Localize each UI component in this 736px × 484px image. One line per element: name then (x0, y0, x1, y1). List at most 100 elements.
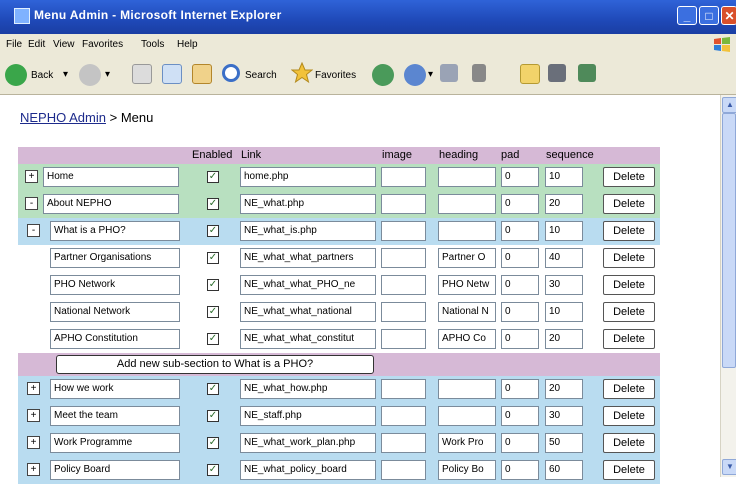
name-field[interactable]: About NEPHO (43, 194, 179, 214)
image-field[interactable] (381, 167, 426, 187)
heading-field[interactable]: PHO Netw (438, 275, 496, 295)
link-field[interactable]: NE_what_how.php (240, 379, 376, 399)
name-field[interactable]: Work Programme (50, 433, 180, 453)
image-field[interactable] (381, 194, 426, 214)
expand-toggle[interactable]: + (25, 170, 38, 183)
delete-button[interactable]: Delete (603, 194, 655, 214)
name-field[interactable]: National Network (50, 302, 180, 322)
heading-field[interactable]: APHO Co (438, 329, 496, 349)
enabled-checkbox[interactable]: ✓ (207, 198, 219, 210)
expand-toggle[interactable]: + (27, 382, 40, 395)
maximize-button[interactable]: □ (699, 6, 719, 25)
sequence-field[interactable]: 10 (545, 221, 583, 241)
image-field[interactable] (381, 329, 426, 349)
name-field[interactable]: How we work (50, 379, 180, 399)
minimize-button[interactable]: _ (677, 6, 697, 25)
sequence-field[interactable]: 20 (545, 379, 583, 399)
collapse-toggle[interactable]: - (27, 224, 40, 237)
back-dropdown-icon[interactable]: ▾ (63, 69, 68, 80)
scroll-down-icon[interactable]: ▼ (722, 459, 736, 475)
back-icon[interactable] (5, 64, 27, 86)
forward-dropdown-icon[interactable]: ▾ (105, 69, 110, 80)
delete-button[interactable]: Delete (603, 275, 655, 295)
image-field[interactable] (381, 433, 426, 453)
link-field[interactable]: home.php (240, 167, 376, 187)
sequence-field[interactable]: 30 (545, 275, 583, 295)
enabled-checkbox[interactable]: ✓ (207, 410, 219, 422)
sequence-field[interactable]: 20 (545, 194, 583, 214)
menu-help[interactable]: Help (177, 39, 198, 50)
name-field[interactable]: Policy Board (50, 460, 180, 480)
link-field[interactable]: NE_what_what_constitut (240, 329, 376, 349)
expand-toggle[interactable]: + (27, 409, 40, 422)
back-label[interactable]: Back (31, 70, 53, 81)
enabled-checkbox[interactable]: ✓ (207, 225, 219, 237)
print-icon[interactable] (440, 64, 458, 82)
menu-edit[interactable]: Edit (28, 39, 45, 50)
scrollbar-thumb[interactable] (722, 113, 736, 368)
enabled-checkbox[interactable]: ✓ (207, 252, 219, 264)
search-label[interactable]: Search (245, 70, 277, 81)
link-field[interactable]: NE_what.php (240, 194, 376, 214)
enabled-checkbox[interactable]: ✓ (207, 279, 219, 291)
stop-icon[interactable] (132, 64, 152, 84)
folder-icon[interactable] (520, 64, 540, 84)
refresh-icon[interactable] (162, 64, 182, 84)
heading-field[interactable]: Partner O (438, 248, 496, 268)
name-field[interactable]: PHO Network (50, 275, 180, 295)
delete-button[interactable]: Delete (603, 460, 655, 480)
pad-field[interactable]: 0 (501, 221, 539, 241)
enabled-checkbox[interactable]: ✓ (207, 383, 219, 395)
delete-button[interactable]: Delete (603, 167, 655, 187)
heading-field[interactable]: National N (438, 302, 496, 322)
sequence-field[interactable]: 10 (545, 302, 583, 322)
delete-button[interactable]: Delete (603, 248, 655, 268)
pad-field[interactable]: 0 (501, 248, 539, 268)
sequence-field[interactable]: 50 (545, 433, 583, 453)
heading-field[interactable]: Policy Bo (438, 460, 496, 480)
heading-field[interactable] (438, 406, 496, 426)
pad-field[interactable]: 0 (501, 302, 539, 322)
heading-field[interactable] (438, 194, 496, 214)
pad-field[interactable]: 0 (501, 406, 539, 426)
heading-field[interactable] (438, 379, 496, 399)
link-field[interactable]: NE_staff.php (240, 406, 376, 426)
menu-file[interactable]: File (6, 39, 22, 50)
add-subsection-button[interactable]: Add new sub-section to What is a PHO? (56, 355, 374, 374)
favorites-star-icon[interactable] (291, 62, 313, 84)
expand-toggle[interactable]: + (27, 436, 40, 449)
scroll-up-icon[interactable]: ▲ (722, 97, 736, 113)
name-field[interactable]: Partner Organisations (50, 248, 180, 268)
research-icon[interactable] (548, 64, 566, 82)
delete-button[interactable]: Delete (603, 302, 655, 322)
menu-view[interactable]: View (53, 39, 75, 50)
vertical-scrollbar[interactable]: ▲ ▼ (720, 95, 736, 477)
delete-button[interactable]: Delete (603, 406, 655, 426)
menu-tools[interactable]: Tools (141, 39, 164, 50)
pad-field[interactable]: 0 (501, 194, 539, 214)
enabled-checkbox[interactable]: ✓ (207, 171, 219, 183)
delete-button[interactable]: Delete (603, 433, 655, 453)
name-field[interactable]: APHO Constitution (50, 329, 180, 349)
delete-button[interactable]: Delete (603, 221, 655, 241)
pad-field[interactable]: 0 (501, 433, 539, 453)
edit-icon[interactable] (472, 64, 486, 82)
messenger-icon[interactable] (578, 64, 596, 82)
sequence-field[interactable]: 40 (545, 248, 583, 268)
heading-field[interactable]: Work Pro (438, 433, 496, 453)
name-field[interactable]: Meet the team (50, 406, 180, 426)
history-icon[interactable] (372, 64, 394, 86)
enabled-checkbox[interactable]: ✓ (207, 333, 219, 345)
sequence-field[interactable]: 10 (545, 167, 583, 187)
link-field[interactable]: NE_what_what_PHO_ne (240, 275, 376, 295)
image-field[interactable] (381, 221, 426, 241)
link-field[interactable]: NE_what_policy_board (240, 460, 376, 480)
image-field[interactable] (381, 460, 426, 480)
favorites-label[interactable]: Favorites (315, 70, 356, 81)
link-field[interactable]: NE_what_is.php (240, 221, 376, 241)
image-field[interactable] (381, 406, 426, 426)
delete-button[interactable]: Delete (603, 329, 655, 349)
menu-favorites[interactable]: Favorites (82, 39, 123, 50)
link-field[interactable]: NE_what_what_national (240, 302, 376, 322)
heading-field[interactable] (438, 221, 496, 241)
